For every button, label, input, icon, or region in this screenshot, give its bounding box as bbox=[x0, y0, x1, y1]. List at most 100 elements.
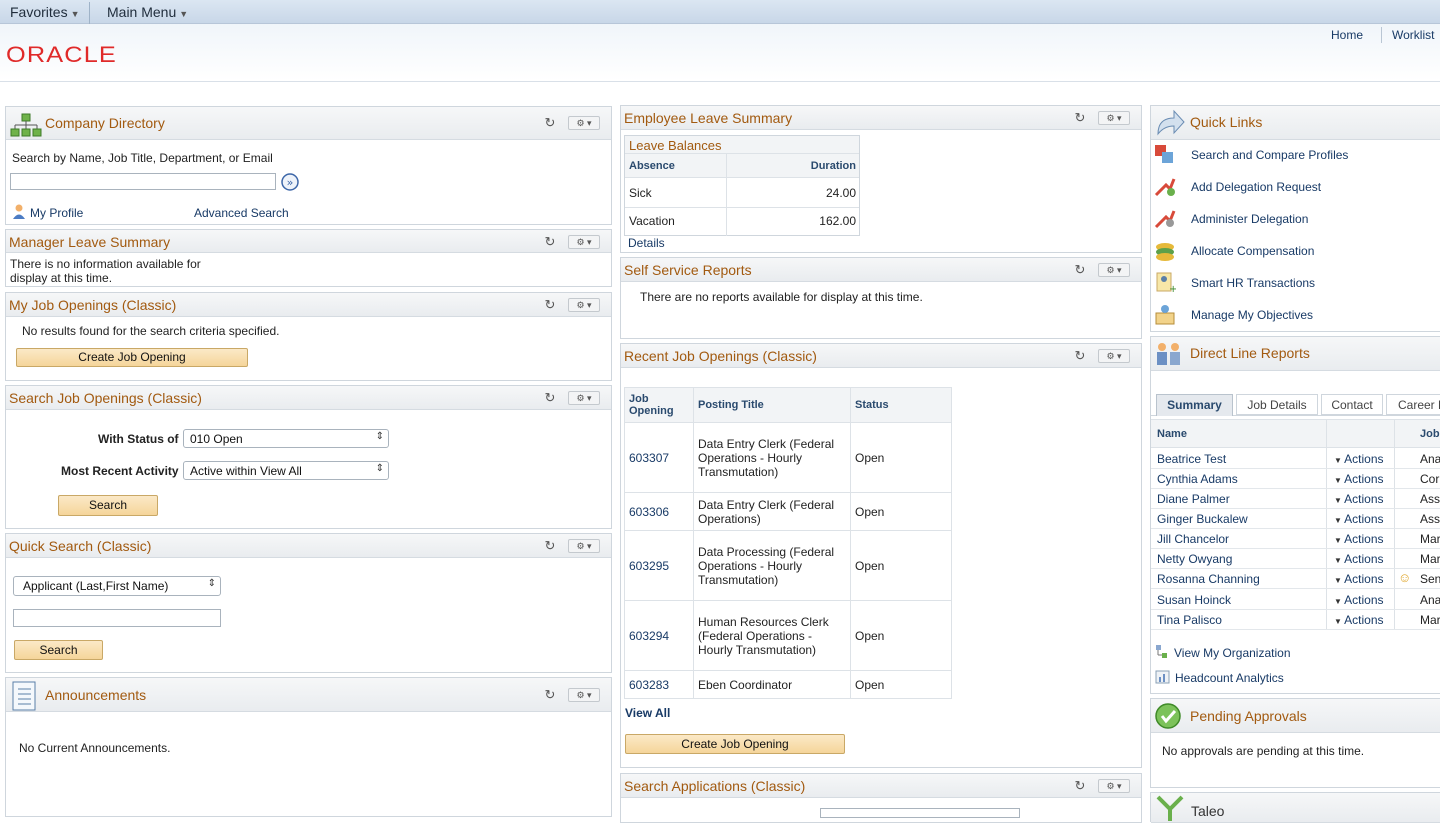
report-name-link[interactable]: Diane Palmer bbox=[1157, 492, 1230, 506]
report-name-link[interactable]: Beatrice Test bbox=[1157, 452, 1226, 466]
refresh-icon[interactable]: ↻ bbox=[1074, 349, 1086, 362]
report-name-link[interactable]: Cynthia Adams bbox=[1157, 472, 1238, 486]
job-opening-link[interactable]: 603294 bbox=[629, 629, 669, 643]
main-menu[interactable]: Main Menu ▼ bbox=[107, 4, 188, 20]
report-name-link[interactable]: Jill Chancelor bbox=[1157, 532, 1229, 546]
no-reports-message: There are no reports available for displ… bbox=[640, 290, 923, 304]
refresh-icon[interactable]: ↻ bbox=[544, 116, 556, 129]
view-all-link[interactable]: View All bbox=[625, 706, 670, 720]
quick-link-item[interactable]: Administer Delegation bbox=[1154, 207, 1439, 233]
search-button[interactable]: Search bbox=[58, 495, 158, 516]
quick-search-button[interactable]: Search bbox=[14, 640, 103, 660]
headcount-analytics-link[interactable]: Headcount Analytics bbox=[1175, 671, 1284, 685]
refresh-icon[interactable]: ↻ bbox=[544, 298, 556, 311]
quick-link-item[interactable]: Search and Compare Profiles bbox=[1154, 143, 1439, 169]
refresh-icon[interactable]: ↻ bbox=[1074, 779, 1086, 792]
create-job-opening-button[interactable]: Create Job Opening bbox=[625, 734, 845, 754]
details-link[interactable]: Details bbox=[628, 236, 665, 250]
quick-link-item[interactable]: Allocate Compensation bbox=[1154, 239, 1439, 265]
report-name-link[interactable]: Susan Hoinck bbox=[1157, 593, 1231, 607]
allocate-compensation-icon bbox=[1156, 243, 1174, 261]
gear-icon[interactable]: ⚙ ▾ bbox=[568, 539, 600, 553]
create-job-opening-button[interactable]: Create Job Opening bbox=[16, 348, 248, 367]
chevron-down-icon: ▼ bbox=[70, 9, 80, 19]
my-profile-link[interactable]: My Profile bbox=[30, 206, 83, 220]
quick-link-item[interactable]: + Smart HR Transactions bbox=[1154, 271, 1439, 297]
gear-icon[interactable]: ⚙ ▾ bbox=[568, 235, 600, 249]
chevron-down-icon: ▼ bbox=[1334, 617, 1345, 626]
activity-select[interactable]: Active within View All ⇕ bbox=[183, 461, 389, 480]
actions-menu[interactable]: ▼ Actions bbox=[1334, 512, 1384, 526]
gear-icon[interactable]: ⚙ ▾ bbox=[568, 391, 600, 405]
home-link[interactable]: Home bbox=[1331, 28, 1363, 42]
status-select[interactable]: 010 Open ⇕ bbox=[183, 429, 389, 448]
gear-icon[interactable]: ⚙ ▾ bbox=[1098, 349, 1130, 363]
advanced-search-link[interactable]: Advanced Search bbox=[194, 206, 289, 220]
job-opening-link[interactable]: 603283 bbox=[629, 678, 669, 692]
applications-search-input[interactable] bbox=[820, 808, 1020, 818]
gear-icon[interactable]: ⚙ ▾ bbox=[568, 116, 600, 130]
pagelet-title: Company Directory bbox=[45, 115, 165, 131]
actions-label: Actions bbox=[1344, 572, 1384, 586]
quick-link-label[interactable]: Smart HR Transactions bbox=[1191, 276, 1315, 290]
job-cell: Mar bbox=[1420, 613, 1440, 627]
header-link-divider bbox=[1381, 27, 1382, 43]
actions-menu[interactable]: ▼ Actions bbox=[1334, 552, 1384, 566]
header-line: Opening bbox=[629, 405, 674, 417]
quick-link-label[interactable]: Allocate Compensation bbox=[1191, 244, 1314, 258]
quick-link-label[interactable]: Administer Delegation bbox=[1191, 212, 1308, 226]
job-opening-link[interactable]: 603307 bbox=[629, 451, 669, 465]
tab-career[interactable]: Career F bbox=[1386, 394, 1440, 415]
actions-menu[interactable]: ▼ Actions bbox=[1334, 452, 1384, 466]
tab-job-details[interactable]: Job Details bbox=[1236, 394, 1318, 415]
actions-menu[interactable]: ▼ Actions bbox=[1334, 572, 1384, 586]
job-column-header: Job bbox=[1420, 428, 1440, 440]
job-opening-link[interactable]: 603295 bbox=[629, 559, 669, 573]
tab-contact[interactable]: Contact bbox=[1321, 394, 1383, 415]
refresh-icon[interactable]: ↻ bbox=[544, 539, 556, 552]
report-name-link[interactable]: Ginger Buckalew bbox=[1157, 512, 1248, 526]
job-cell: Mar bbox=[1420, 532, 1440, 546]
tab-summary[interactable]: Summary bbox=[1156, 394, 1233, 416]
gear-icon[interactable]: ⚙ ▾ bbox=[568, 688, 600, 702]
job-cell: Mar bbox=[1420, 552, 1440, 566]
gear-icon[interactable]: ⚙ ▾ bbox=[1098, 779, 1130, 793]
quick-search-input[interactable] bbox=[13, 609, 221, 627]
title-line: Transmutation) bbox=[698, 464, 779, 479]
refresh-icon[interactable]: ↻ bbox=[1074, 263, 1086, 276]
search-job-openings-pagelet: Search Job Openings (Classic) ↻ ⚙ ▾ With… bbox=[5, 385, 612, 529]
report-name-link[interactable]: Tina Palisco bbox=[1157, 613, 1222, 627]
actions-menu[interactable]: ▼ Actions bbox=[1334, 532, 1384, 546]
refresh-icon[interactable]: ↻ bbox=[1074, 111, 1086, 124]
table-row: Jill Chancelor ▼ Actions Mar bbox=[1151, 529, 1440, 549]
favorites-menu[interactable]: Favorites ▼ bbox=[10, 4, 80, 20]
refresh-icon[interactable]: ↻ bbox=[544, 235, 556, 248]
quick-link-item[interactable]: Manage My Objectives bbox=[1154, 303, 1439, 329]
report-name-link[interactable]: Netty Owyang bbox=[1157, 552, 1232, 566]
posting-title-cell: Human Resources Clerk (Federal Operations… bbox=[693, 600, 851, 671]
quick-link-label[interactable]: Search and Compare Profiles bbox=[1191, 148, 1348, 162]
report-name-link[interactable]: Rosanna Channing bbox=[1157, 572, 1260, 586]
title-line: Data Processing (Federal bbox=[698, 544, 835, 559]
job-opening-link[interactable]: 603306 bbox=[629, 505, 669, 519]
quick-link-item[interactable]: Add Delegation Request bbox=[1154, 175, 1439, 201]
gear-icon[interactable]: ⚙ ▾ bbox=[568, 298, 600, 312]
actions-menu[interactable]: ▼ Actions bbox=[1334, 492, 1384, 506]
gear-icon[interactable]: ⚙ ▾ bbox=[1098, 263, 1130, 277]
actions-menu[interactable]: ▼ Actions bbox=[1334, 593, 1384, 607]
directory-search-input[interactable] bbox=[10, 173, 276, 190]
actions-menu[interactable]: ▼ Actions bbox=[1334, 472, 1384, 486]
quick-search-type-select[interactable]: Applicant (Last,First Name) ⇕ bbox=[13, 576, 221, 596]
job-cell: Sen bbox=[1420, 572, 1440, 586]
quick-link-label[interactable]: Add Delegation Request bbox=[1191, 180, 1321, 194]
job-id-cell: 603294 bbox=[624, 600, 694, 671]
view-my-organization-link[interactable]: View My Organization bbox=[1174, 646, 1291, 660]
worklist-link[interactable]: Worklist bbox=[1392, 28, 1434, 42]
quick-link-label[interactable]: Manage My Objectives bbox=[1191, 308, 1313, 322]
gear-icon[interactable]: ⚙ ▾ bbox=[1098, 111, 1130, 125]
go-arrow-icon[interactable]: » bbox=[280, 172, 300, 192]
actions-menu[interactable]: ▼ Actions bbox=[1334, 613, 1384, 627]
refresh-icon[interactable]: ↻ bbox=[544, 391, 556, 404]
taleo-pagelet: Taleo bbox=[1150, 792, 1440, 823]
refresh-icon[interactable]: ↻ bbox=[544, 688, 556, 701]
